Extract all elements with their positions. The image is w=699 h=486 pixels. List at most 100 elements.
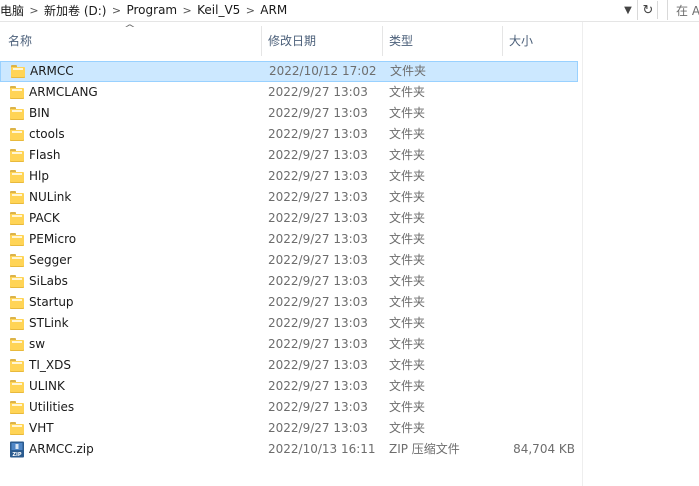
folder-icon <box>10 401 24 414</box>
breadcrumb-this-pc[interactable]: 电脑 <box>0 0 26 20</box>
file-size <box>490 292 575 313</box>
file-date-modified: 2022/9/27 13:03 <box>268 127 368 141</box>
column-header-name[interactable]: 名称 <box>2 22 261 58</box>
refresh-icon[interactable]: ↻ <box>639 1 658 19</box>
column-header-label: 大小 <box>509 33 534 48</box>
folder-icon <box>10 380 24 393</box>
breadcrumb-label[interactable]: 电脑 <box>0 2 26 19</box>
breadcrumb-keil-v5[interactable]: Keil_V5 <box>195 0 242 20</box>
file-list: ARMCC 2022/10/12 17:02 文件夹 ARMCLANG 2022/9/2… <box>0 61 583 460</box>
file-name: Flash <box>29 148 61 162</box>
file-row[interactable]: VHT 2022/9/27 13:03 文件夹 <box>0 418 578 439</box>
file-date-modified: 2022/9/27 13:03 <box>268 211 368 225</box>
column-header-label: 修改日期 <box>268 33 317 48</box>
file-type: 文件夹 <box>389 358 426 372</box>
breadcrumb-drive-d[interactable]: 新加卷 (D:) <box>42 0 108 20</box>
file-name: sw <box>29 337 46 351</box>
file-row[interactable]: PEMicro 2022/9/27 13:03 文件夹 <box>0 229 578 250</box>
file-row[interactable]: Hlp 2022/9/27 13:03 文件夹 <box>0 166 578 187</box>
file-type: 文件夹 <box>389 421 426 435</box>
file-row[interactable]: Flash 2022/9/27 13:03 文件夹 <box>0 145 578 166</box>
file-row[interactable]: ctools 2022/9/27 13:03 文件夹 <box>0 124 578 145</box>
file-name: VHT <box>29 421 54 435</box>
column-header-date[interactable]: 修改日期 <box>262 22 382 58</box>
file-row[interactable]: ARMCC 2022/10/12 17:02 文件夹 <box>0 61 578 82</box>
breadcrumb-label[interactable]: ARM <box>258 3 289 17</box>
file-date-modified: 2022/9/27 13:03 <box>268 148 368 162</box>
file-size <box>490 187 575 208</box>
folder-icon <box>10 149 24 162</box>
search-input[interactable]: 在 ARM <box>667 0 699 20</box>
file-row[interactable]: ULINK 2022/9/27 13:03 文件夹 <box>0 376 578 397</box>
file-row[interactable]: ZIP ARMCC.zip 2022/10/13 16:11 ZIP 压缩文件 84,7… <box>0 439 578 460</box>
file-row[interactable]: SiLabs 2022/9/27 13:03 文件夹 <box>0 271 578 292</box>
file-date-modified: 2022/9/27 13:03 <box>268 421 368 435</box>
folder-icon <box>10 170 24 183</box>
breadcrumb-label[interactable]: Keil_V5 <box>195 3 242 17</box>
column-header-label: 类型 <box>389 33 414 48</box>
file-size <box>490 166 575 187</box>
file-row[interactable]: Segger 2022/9/27 13:03 文件夹 <box>0 250 578 271</box>
column-header-type[interactable]: 类型 <box>383 22 502 58</box>
chevron-right-icon[interactable]: > <box>179 4 195 17</box>
file-explorer-window: 电脑 > 新加卷 (D:) > Program > Keil_V5 > ARM … <box>0 0 699 486</box>
file-row[interactable]: BIN 2022/9/27 13:03 文件夹 <box>0 103 578 124</box>
chevron-right-icon[interactable]: > <box>242 4 258 17</box>
folder-icon <box>10 233 24 246</box>
file-name: ARMCLANG <box>29 85 98 99</box>
file-size <box>490 397 575 418</box>
file-row[interactable]: PACK 2022/9/27 13:03 文件夹 <box>0 208 578 229</box>
file-size <box>490 82 575 103</box>
folder-icon <box>10 275 24 288</box>
column-header-size[interactable]: 大小 <box>503 22 582 58</box>
chevron-down-icon[interactable]: ▼ <box>621 2 635 18</box>
file-type: 文件夹 <box>389 127 426 141</box>
folder-icon <box>10 212 24 225</box>
file-type: 文件夹 <box>389 400 426 414</box>
file-row[interactable]: sw 2022/9/27 13:03 文件夹 <box>0 334 578 355</box>
file-type: 文件夹 <box>389 106 426 120</box>
breadcrumb-program[interactable]: Program <box>124 0 179 20</box>
file-row[interactable]: NULink 2022/9/27 13:03 文件夹 <box>0 187 578 208</box>
file-row[interactable]: STLink 2022/9/27 13:03 文件夹 <box>0 313 578 334</box>
file-row[interactable]: Startup 2022/9/27 13:03 文件夹 <box>0 292 578 313</box>
folder-icon <box>10 128 24 141</box>
file-name: ARMCC <box>30 64 74 78</box>
file-date-modified: 2022/9/27 13:03 <box>268 400 368 414</box>
file-size <box>490 208 575 229</box>
file-name: BIN <box>29 106 50 120</box>
folder-icon <box>10 359 24 372</box>
file-name: PACK <box>29 211 60 225</box>
file-size <box>490 418 575 439</box>
file-type: ZIP 压缩文件 <box>389 442 460 456</box>
file-size <box>490 145 575 166</box>
file-date-modified: 2022/9/27 13:03 <box>268 190 368 204</box>
file-type: 文件夹 <box>389 295 426 309</box>
file-size <box>490 250 575 271</box>
file-name: Hlp <box>29 169 49 183</box>
address-bar[interactable]: 电脑 > 新加卷 (D:) > Program > Keil_V5 > ARM <box>0 0 638 20</box>
chevron-right-icon[interactable]: > <box>26 4 42 17</box>
breadcrumb-label[interactable]: 新加卷 (D:) <box>42 2 108 19</box>
file-row[interactable]: ARMCLANG 2022/9/27 13:03 文件夹 <box>0 82 578 103</box>
file-type: 文件夹 <box>389 253 426 267</box>
file-row[interactable]: Utilities 2022/9/27 13:03 文件夹 <box>0 397 578 418</box>
chevron-right-icon[interactable]: > <box>108 4 124 17</box>
file-size <box>490 124 575 145</box>
file-name: TI_XDS <box>29 358 71 372</box>
file-size <box>490 271 575 292</box>
file-date-modified: 2022/9/27 13:03 <box>268 253 368 267</box>
search-placeholder: 在 ARM <box>676 3 699 18</box>
file-size <box>490 376 575 397</box>
folder-icon <box>10 191 24 204</box>
file-name: Segger <box>29 253 72 267</box>
file-name: ARMCC.zip <box>29 442 94 456</box>
breadcrumb-label[interactable]: Program <box>124 3 179 17</box>
file-row[interactable]: TI_XDS 2022/9/27 13:03 文件夹 <box>0 355 578 376</box>
folder-icon <box>11 65 25 78</box>
file-type: 文件夹 <box>389 337 426 351</box>
file-type: 文件夹 <box>389 85 426 99</box>
file-name: STLink <box>29 316 69 330</box>
breadcrumb-arm[interactable]: ARM <box>258 0 289 20</box>
column-header-label: 名称 <box>8 33 33 48</box>
